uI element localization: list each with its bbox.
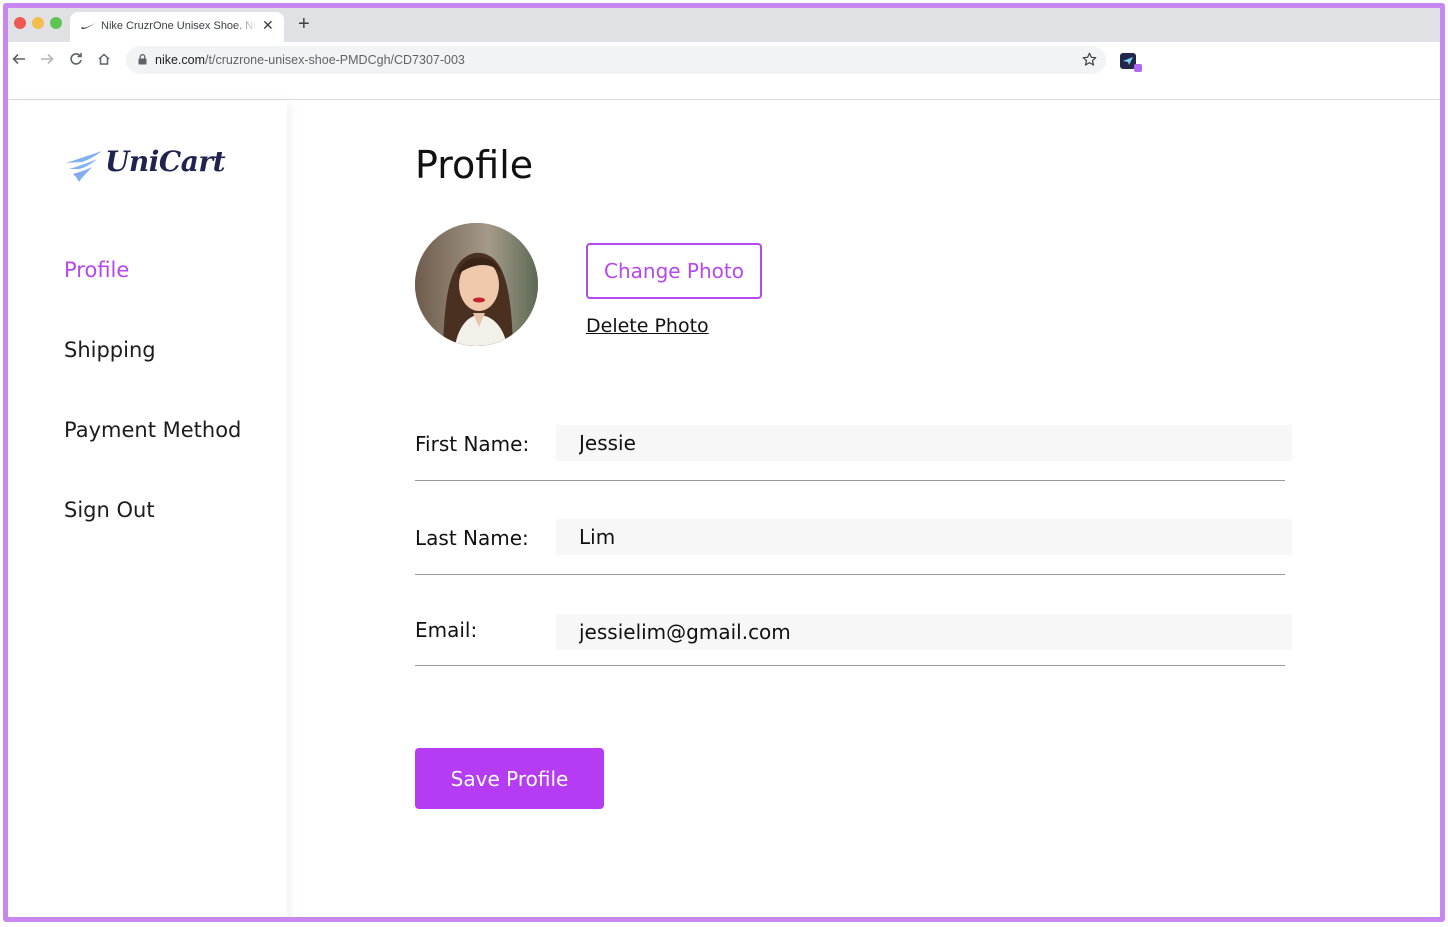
- first-name-divider: [415, 480, 1285, 481]
- extension-badge: [1134, 64, 1142, 72]
- save-profile-button[interactable]: Save Profile: [415, 748, 604, 809]
- tab-title: Nike CruzrOne Unisex Shoe. Nike.com: [101, 20, 255, 32]
- close-tab-icon[interactable]: ✕: [262, 17, 274, 34]
- profile-panel: Profile Change Photo Delete Photo First …: [287, 101, 1440, 917]
- wing-logo-icon: [66, 151, 102, 182]
- address-bar[interactable]: nike.com/t/cruzrone-unisex-shoe-PMDCgh/C…: [126, 46, 1106, 74]
- last-name-field[interactable]: [556, 519, 1292, 555]
- change-photo-button[interactable]: Change Photo: [586, 243, 762, 299]
- first-name-label: First Name:: [415, 432, 530, 456]
- lock-icon: [138, 54, 147, 65]
- window-close-dot[interactable]: [14, 17, 26, 29]
- browser-toolbar: nike.com/t/cruzrone-unisex-shoe-PMDCgh/C…: [8, 42, 1440, 100]
- reload-icon[interactable]: [67, 50, 85, 68]
- last-name-label: Last Name:: [415, 526, 529, 550]
- email-label: Email:: [415, 618, 478, 642]
- sidebar-item-shipping[interactable]: Shipping: [64, 338, 156, 362]
- sidebar-item-sign-out[interactable]: Sign Out: [64, 498, 155, 522]
- sidebar-item-profile[interactable]: Profile: [64, 258, 129, 282]
- profile-avatar: [415, 223, 538, 346]
- forward-arrow-icon[interactable]: [38, 50, 56, 68]
- sidebar-item-payment-method[interactable]: Payment Method: [64, 418, 241, 442]
- home-icon[interactable]: [95, 50, 113, 68]
- bookmark-star-icon[interactable]: [1082, 52, 1097, 67]
- email-field[interactable]: [556, 614, 1292, 650]
- url-host: nike.com: [155, 53, 206, 67]
- page-title: Profile: [415, 143, 534, 187]
- browser-tab-bar: Nike CruzrOne Unisex Shoe. Nike.com ✕ +: [8, 8, 1440, 42]
- browser-tab[interactable]: Nike CruzrOne Unisex Shoe. Nike.com ✕: [70, 12, 284, 42]
- window-zoom-dot[interactable]: [50, 17, 62, 29]
- new-tab-button[interactable]: +: [298, 14, 310, 34]
- window-minimize-dot[interactable]: [32, 17, 44, 29]
- email-divider: [415, 665, 1285, 666]
- delete-photo-link[interactable]: Delete Photo: [586, 315, 709, 337]
- back-arrow-icon[interactable]: [10, 50, 28, 68]
- unicart-logo[interactable]: UniCart: [64, 145, 234, 189]
- last-name-divider: [415, 574, 1285, 575]
- nike-swoosh-icon: [81, 23, 95, 29]
- url-path: /t/cruzrone-unisex-shoe-PMDCgh/CD7307-00…: [205, 53, 465, 67]
- first-name-field[interactable]: [556, 425, 1292, 461]
- logo-text: UniCart: [105, 145, 226, 178]
- sidebar: UniCart Profile Shipping Payment Method …: [8, 101, 287, 917]
- app-window: Nike CruzrOne Unisex Shoe. Nike.com ✕ + …: [3, 3, 1445, 922]
